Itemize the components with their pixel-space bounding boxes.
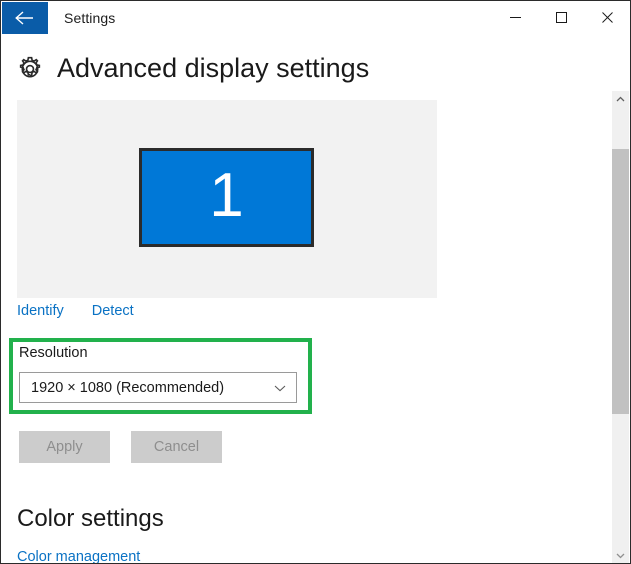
scroll-up-button[interactable]: [612, 91, 629, 108]
chevron-down-icon: [274, 385, 286, 391]
monitor-number-label: 1: [209, 160, 244, 230]
app-title: Settings: [64, 10, 116, 26]
scroll-down-button[interactable]: [612, 547, 629, 563]
close-button[interactable]: [584, 1, 630, 34]
page-title: Advanced display settings: [57, 53, 370, 83]
identify-link[interactable]: Identify: [17, 303, 64, 319]
vertical-scrollbar[interactable]: [612, 91, 629, 563]
monitor-tile-1[interactable]: 1: [139, 148, 314, 247]
apply-button[interactable]: Apply: [19, 431, 110, 463]
action-buttons-row: Apply Cancel: [19, 431, 222, 463]
chevron-down-icon: [616, 553, 625, 559]
resolution-label: Resolution: [19, 345, 88, 361]
close-icon: [601, 12, 613, 23]
display-preview-panel: 1: [17, 100, 437, 298]
display-actions-row: Identify Detect: [17, 303, 134, 319]
gear-icon: [19, 56, 41, 78]
maximize-button[interactable]: [538, 1, 584, 34]
minimize-icon: [509, 17, 521, 18]
settings-window: Settings Advanced display settings 1 Ide…: [0, 0, 631, 564]
page-header: Advanced display settings: [17, 53, 369, 84]
resolution-dropdown[interactable]: 1920 × 1080 (Recommended): [19, 372, 297, 403]
color-settings-heading: Color settings: [17, 505, 164, 532]
chevron-up-icon: [616, 96, 625, 102]
back-arrow-icon: [15, 11, 33, 25]
color-management-link[interactable]: Color management: [17, 549, 140, 563]
maximize-icon: [555, 12, 567, 23]
back-button[interactable]: [2, 2, 48, 34]
scrollbar-thumb[interactable]: [612, 149, 629, 414]
resolution-selected-value: 1920 × 1080 (Recommended): [31, 379, 225, 396]
detect-link[interactable]: Detect: [92, 303, 134, 319]
minimize-button[interactable]: [492, 1, 538, 34]
window-controls: [492, 1, 630, 34]
cancel-button[interactable]: Cancel: [131, 431, 222, 463]
title-bar: Settings: [1, 1, 630, 37]
